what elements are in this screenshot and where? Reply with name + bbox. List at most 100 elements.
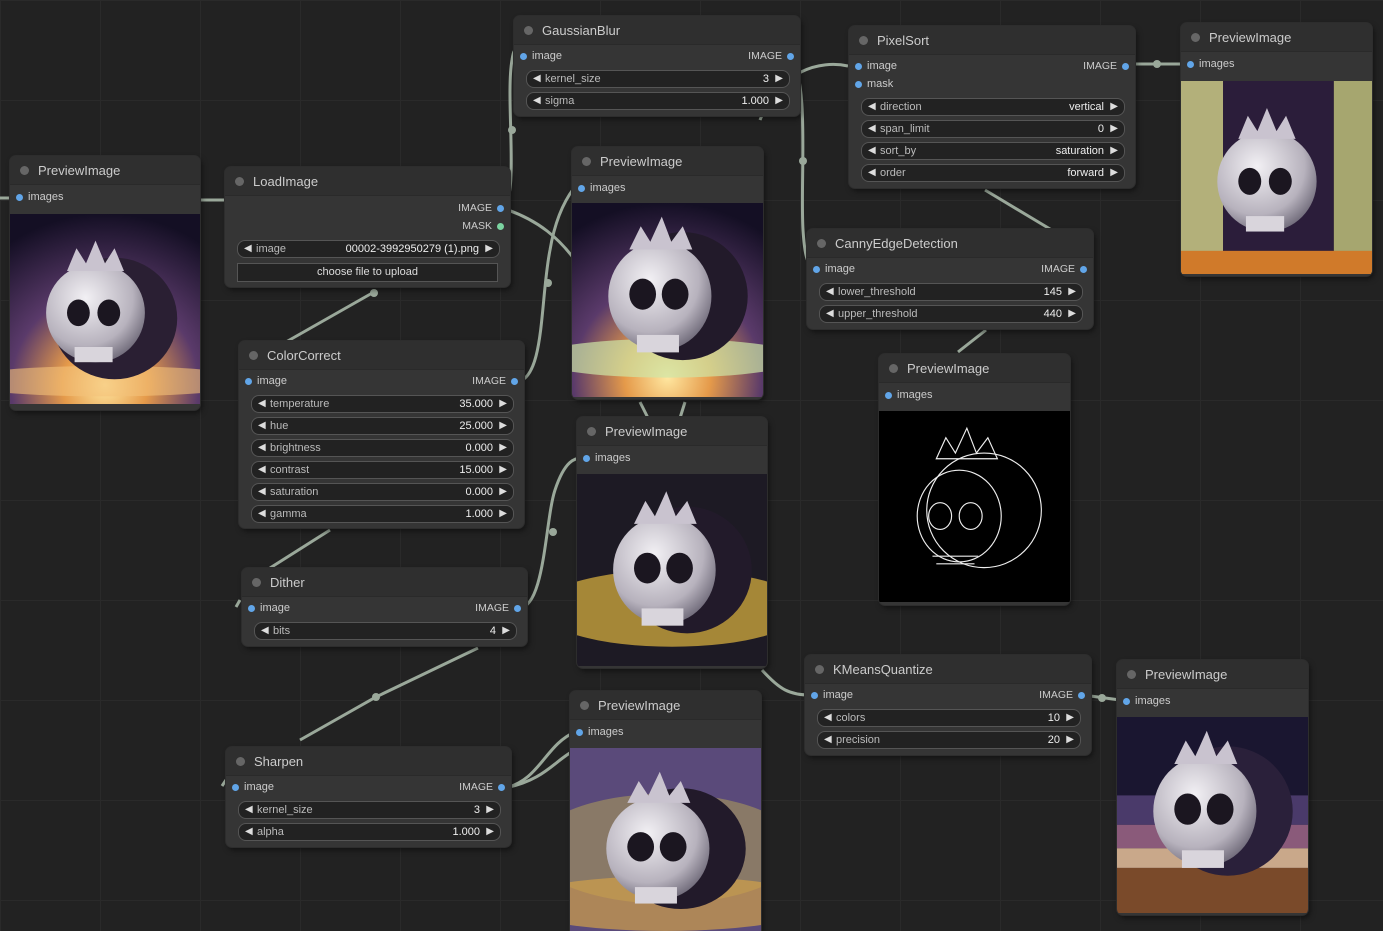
- arrow-right-icon[interactable]: ▶: [485, 242, 493, 256]
- color-correct-node[interactable]: ColorCorrect image IMAGE ◀ temperature 35.…: [239, 341, 524, 528]
- node-title-bar[interactable]: KMeansQuantize: [805, 655, 1091, 684]
- arrow-right-icon[interactable]: ▶: [1066, 733, 1074, 747]
- arrow-right-icon[interactable]: ▶: [1066, 711, 1074, 725]
- collapse-dot-icon[interactable]: [815, 664, 824, 674]
- collapse-dot-icon[interactable]: [587, 426, 596, 436]
- colors-widget[interactable]: ◀ colors 10 ▶: [817, 709, 1081, 727]
- image-output-port[interactable]: [497, 205, 504, 212]
- arrow-left-icon[interactable]: ◀: [245, 803, 253, 817]
- node-title-bar[interactable]: PreviewImage: [1117, 660, 1308, 689]
- arrow-right-icon[interactable]: ▶: [499, 507, 507, 521]
- kernel-size-widget[interactable]: ◀ kernel_size 3 ▶: [238, 801, 501, 819]
- image-output-port[interactable]: [1080, 266, 1087, 273]
- arrow-right-icon[interactable]: ▶: [775, 72, 783, 86]
- preview-image-node-sharpen[interactable]: PreviewImage images: [570, 691, 761, 931]
- alpha-widget[interactable]: ◀ alpha 1.000 ▶: [238, 823, 501, 841]
- preview-image-node-kmeans[interactable]: PreviewImage images: [1117, 660, 1308, 915]
- arrow-right-icon[interactable]: ▶: [775, 94, 783, 108]
- arrow-right-icon[interactable]: ▶: [499, 419, 507, 433]
- preview-image-node-blur[interactable]: PreviewImage images: [572, 147, 763, 399]
- node-title-bar[interactable]: Sharpen: [226, 747, 511, 776]
- collapse-dot-icon[interactable]: [817, 238, 826, 248]
- images-input-port[interactable]: [1187, 61, 1194, 68]
- images-input-port[interactable]: [885, 392, 892, 399]
- image-input-port[interactable]: [811, 692, 818, 699]
- arrow-right-icon[interactable]: ▶: [486, 803, 494, 817]
- images-input-port[interactable]: [1123, 698, 1130, 705]
- kernel-size-widget[interactable]: ◀ kernel_size 3 ▶: [526, 70, 790, 88]
- upload-button[interactable]: choose file to upload: [237, 263, 498, 282]
- collapse-dot-icon[interactable]: [889, 363, 898, 373]
- image-combo[interactable]: ◀ image 00002-3992950279 (1).png ▶: [237, 240, 500, 258]
- preview-image-node-canny[interactable]: PreviewImage images: [879, 354, 1070, 605]
- image-output-port[interactable]: [511, 378, 518, 385]
- sigma-widget[interactable]: ◀ sigma 1.000 ▶: [526, 92, 790, 110]
- node-title-bar[interactable]: PixelSort: [849, 26, 1135, 55]
- preview-image-node-pixelsort[interactable]: PreviewImage images: [1181, 23, 1372, 276]
- arrow-left-icon[interactable]: ◀: [824, 733, 832, 747]
- collapse-dot-icon[interactable]: [582, 156, 591, 166]
- collapse-dot-icon[interactable]: [252, 577, 261, 587]
- arrow-right-icon[interactable]: ▶: [1068, 285, 1076, 299]
- order-widget[interactable]: ◀ order forward ▶: [861, 164, 1125, 182]
- arrow-left-icon[interactable]: ◀: [258, 397, 266, 411]
- arrow-left-icon[interactable]: ◀: [868, 100, 876, 114]
- arrow-right-icon[interactable]: ▶: [1110, 100, 1118, 114]
- image-output-port[interactable]: [1122, 63, 1129, 70]
- arrow-left-icon[interactable]: ◀: [533, 72, 541, 86]
- arrow-left-icon[interactable]: ◀: [261, 624, 269, 638]
- sort-by-widget[interactable]: ◀ sort_by saturation ▶: [861, 142, 1125, 160]
- node-title-bar[interactable]: CannyEdgeDetection: [807, 229, 1093, 258]
- dither-node[interactable]: Dither image IMAGE ◀ bits 4 ▶: [242, 568, 527, 646]
- temperature-widget[interactable]: ◀ temperature 35.000 ▶: [251, 395, 514, 413]
- arrow-right-icon[interactable]: ▶: [1110, 144, 1118, 158]
- arrow-left-icon[interactable]: ◀: [258, 419, 266, 433]
- pixel-sort-node[interactable]: PixelSort image IMAGE mask ◀ direction ver…: [849, 26, 1135, 188]
- collapse-dot-icon[interactable]: [524, 25, 533, 35]
- gamma-widget[interactable]: ◀ gamma 1.000 ▶: [251, 505, 514, 523]
- arrow-right-icon[interactable]: ▶: [1068, 307, 1076, 321]
- arrow-left-icon[interactable]: ◀: [868, 122, 876, 136]
- arrow-right-icon[interactable]: ▶: [486, 825, 494, 839]
- saturation-widget[interactable]: ◀ saturation 0.000 ▶: [251, 483, 514, 501]
- node-title-bar[interactable]: PreviewImage: [572, 147, 763, 176]
- image-output-port[interactable]: [498, 784, 505, 791]
- contrast-widget[interactable]: ◀ contrast 15.000 ▶: [251, 461, 514, 479]
- node-title-bar[interactable]: PreviewImage: [10, 156, 200, 185]
- arrow-left-icon[interactable]: ◀: [258, 441, 266, 455]
- image-input-port[interactable]: [813, 266, 820, 273]
- arrow-left-icon[interactable]: ◀: [245, 825, 253, 839]
- lower-threshold-widget[interactable]: ◀ lower_threshold 145 ▶: [819, 283, 1083, 301]
- arrow-right-icon[interactable]: ▶: [502, 624, 510, 638]
- arrow-right-icon[interactable]: ▶: [499, 463, 507, 477]
- collapse-dot-icon[interactable]: [235, 176, 244, 186]
- node-title-bar[interactable]: PreviewImage: [577, 417, 767, 446]
- node-title-bar[interactable]: PreviewImage: [570, 691, 761, 720]
- image-output-port[interactable]: [787, 53, 794, 60]
- arrow-left-icon[interactable]: ◀: [868, 144, 876, 158]
- arrow-right-icon[interactable]: ▶: [499, 397, 507, 411]
- precision-widget[interactable]: ◀ precision 20 ▶: [817, 731, 1081, 749]
- collapse-dot-icon[interactable]: [580, 700, 589, 710]
- collapse-dot-icon[interactable]: [859, 35, 868, 45]
- images-input-port[interactable]: [583, 455, 590, 462]
- collapse-dot-icon[interactable]: [1127, 669, 1136, 679]
- arrow-left-icon[interactable]: ◀: [258, 463, 266, 477]
- node-title-bar[interactable]: PreviewImage: [879, 354, 1070, 383]
- span-limit-widget[interactable]: ◀ span_limit 0 ▶: [861, 120, 1125, 138]
- images-input-port[interactable]: [578, 185, 585, 192]
- canny-edge-node[interactable]: CannyEdgeDetection image IMAGE ◀ lower_th…: [807, 229, 1093, 329]
- kmeans-quantize-node[interactable]: KMeansQuantize image IMAGE ◀ colors 10 ▶ ◀ p…: [805, 655, 1091, 755]
- arrow-left-icon[interactable]: ◀: [826, 307, 834, 321]
- images-input-port[interactable]: [576, 729, 583, 736]
- image-input-port[interactable]: [245, 378, 252, 385]
- gaussian-blur-node[interactable]: GaussianBlur image IMAGE ◀ kernel_size 3 ▶ …: [514, 16, 800, 116]
- preview-image-node-left[interactable]: PreviewImage images: [10, 156, 200, 410]
- image-input-port[interactable]: [248, 605, 255, 612]
- arrow-left-icon[interactable]: ◀: [244, 242, 252, 256]
- node-title-bar[interactable]: GaussianBlur: [514, 16, 800, 45]
- arrow-right-icon[interactable]: ▶: [1110, 122, 1118, 136]
- preview-image-node-color[interactable]: PreviewImage images: [577, 417, 767, 668]
- node-title-bar[interactable]: Dither: [242, 568, 527, 597]
- collapse-dot-icon[interactable]: [236, 756, 245, 766]
